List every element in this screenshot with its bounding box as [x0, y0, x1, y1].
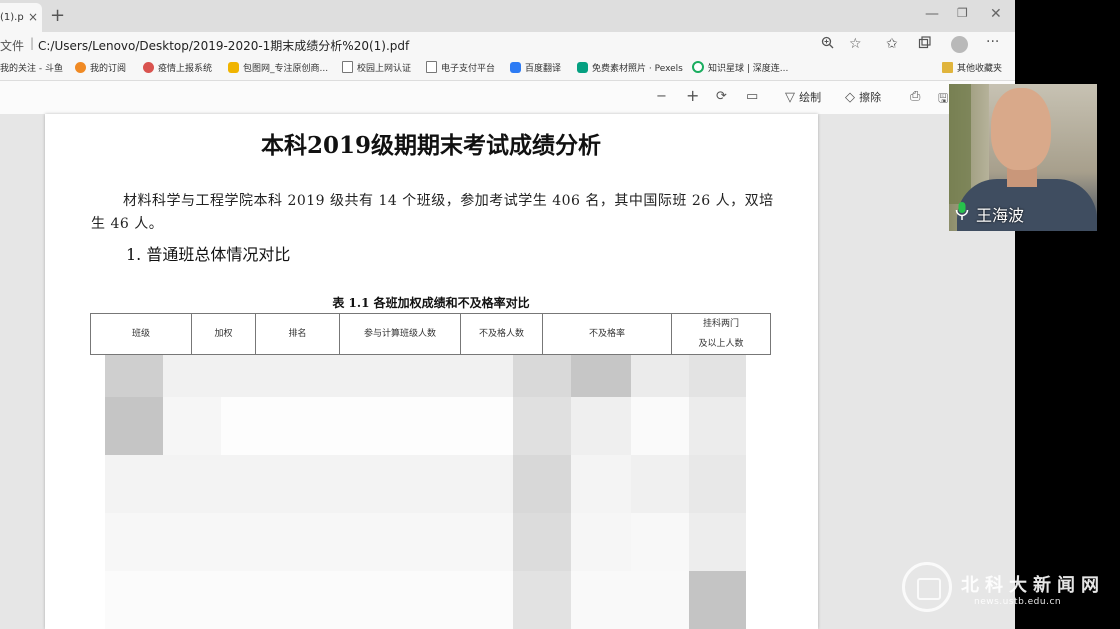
zoom-icon[interactable] [821, 36, 834, 53]
table-caption: 表 1.1 各班加权成绩和不及格率对比 [332, 296, 530, 310]
favorites-icon[interactable]: ✩ [886, 36, 898, 52]
save-button[interactable]: 🖫 [938, 89, 948, 110]
folder-icon [942, 62, 953, 73]
bookmark-favicon-icon [143, 62, 154, 73]
print-button[interactable]: ⎙ [910, 89, 920, 104]
page-icon [342, 61, 353, 73]
bookmark-item[interactable]: 知识星球 | 深度连... [692, 61, 788, 77]
eraser-icon: ◇ [845, 90, 855, 105]
address-separator: | [30, 36, 35, 50]
table-header-cell: 班级 [91, 314, 192, 354]
title-bar: (1).pd × + — ❐ ✕ [0, 0, 1015, 32]
star-icon[interactable]: ☆ [849, 36, 862, 52]
participant-name: 王海波 [976, 206, 1025, 225]
bookmark-favicon-icon [510, 62, 521, 73]
bookmark-favicon-icon [692, 61, 704, 73]
watermark-url: news.ustb.edu.cn [974, 597, 1062, 607]
draw-icon: ▽ [785, 90, 795, 105]
bookmark-item[interactable]: 电子支付平台 [426, 61, 495, 77]
table-header: 班级 加权 排名 参与计算班级人数 不及格人数 不及格率 挂科两门 及以上人数 [90, 313, 771, 355]
file-scheme-label: 文件 [0, 39, 25, 53]
zoom-out-button[interactable]: − [656, 89, 667, 104]
page-icon [426, 61, 437, 73]
new-tab-button[interactable]: + [50, 5, 65, 27]
erase-button[interactable]: ◇ 擦除 [845, 89, 881, 105]
table-header-cell: 挂科两门 及以上人数 [698, 319, 744, 349]
bookmark-item[interactable]: 疫情上报系统 [143, 61, 212, 77]
bookmark-item[interactable]: 校园上网认证 [342, 61, 411, 77]
table-header-cell: 加权 [192, 314, 256, 354]
document-title: 本科2019级期期末考试成绩分析 [260, 132, 601, 159]
table-header-cell: 参与计算班级人数 [340, 314, 461, 354]
bookmark-item[interactable]: 免费素材照片 · Pexels [577, 61, 683, 77]
url-input[interactable]: C:/Users/Lenovo/Desktop/2019-2020-1期末成绩分… [38, 37, 409, 54]
bookmark-favicon-icon [577, 62, 588, 73]
bookmark-item[interactable]: 我的订阅 [75, 61, 126, 77]
maximize-button[interactable]: ❐ [957, 6, 968, 20]
address-bar: 文件 | C:/Users/Lenovo/Desktop/2019-2020-1… [0, 32, 1015, 58]
minimize-button[interactable]: — [925, 6, 939, 22]
draw-label: 绘制 [799, 91, 822, 104]
bookmark-item[interactable]: 百度翻译 [510, 61, 561, 77]
zoom-in-button[interactable]: + [686, 86, 699, 105]
table-header-cell: 不及格率 [543, 314, 672, 354]
erase-label: 擦除 [859, 91, 882, 104]
collections-icon[interactable] [918, 36, 931, 53]
browser-tab[interactable]: (1).pd × [0, 3, 42, 32]
participant-head [991, 88, 1051, 170]
close-window-button[interactable]: ✕ [990, 6, 1002, 22]
pdf-toolbar: − + ⟳ ▭ ▽ 绘制 ◇ 擦除 ⎙ 🖫 [0, 81, 1015, 115]
section-heading: 1. 普通班总体情况对比 [126, 245, 291, 264]
rotate-button[interactable]: ⟳ [716, 89, 727, 104]
profile-avatar[interactable] [951, 36, 968, 53]
watermark-title: 北科大新闻网 [961, 575, 1105, 596]
microphone-icon [955, 202, 969, 220]
bookmark-folder[interactable]: 其他收藏夹 [942, 61, 1002, 77]
webcam-video[interactable]: 王海波 [949, 84, 1097, 231]
document-paragraph: 材料科学与工程学院本科 2019 级共有 14 个班级，参加考试学生 406 名… [91, 193, 774, 232]
bookmark-favicon-icon [75, 62, 86, 73]
table-header-cell: 不及格人数 [461, 314, 543, 354]
bookmark-item[interactable]: 我的关注 - 斗鱼 [0, 61, 63, 77]
news-logo-icon [902, 562, 952, 612]
bookmarks-bar: 我的关注 - 斗鱼 我的订阅 疫情上报系统 包图网_专注原创商... 校园上网认… [0, 58, 1015, 81]
background-plant [949, 84, 971, 204]
bookmark-item[interactable]: 包图网_专注原创商... [228, 61, 328, 77]
fit-page-button[interactable]: ▭ [746, 89, 758, 104]
table-header-cell: 排名 [256, 314, 340, 354]
browser-window: (1).pd × + — ❐ ✕ 文件 | C:/Users/Lenovo/De… [0, 0, 1015, 629]
bookmark-favicon-icon [228, 62, 239, 73]
more-icon[interactable]: ··· [986, 34, 999, 50]
tab-title: (1).pd [0, 12, 24, 23]
draw-button[interactable]: ▽ 绘制 [785, 89, 821, 105]
tab-close-icon[interactable]: × [28, 3, 38, 32]
